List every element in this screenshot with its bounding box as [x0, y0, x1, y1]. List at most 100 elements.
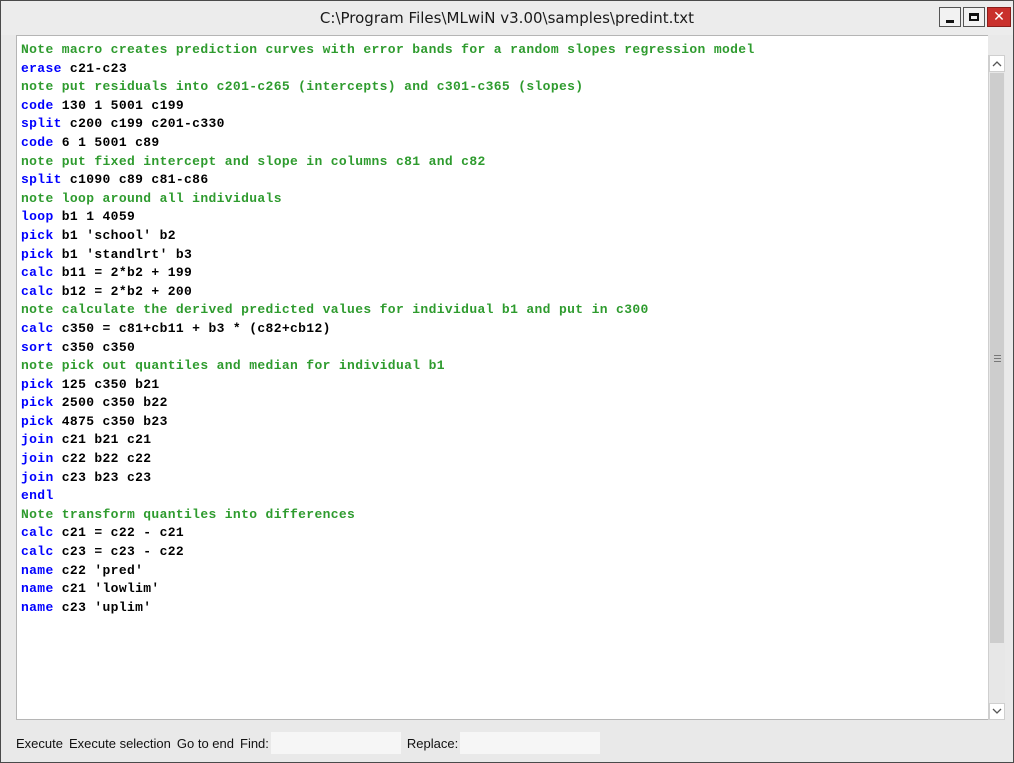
command-line: calc b11 = 2*b2 + 199 — [21, 264, 988, 283]
command-keyword: erase — [21, 60, 62, 76]
command-line: join c21 b21 c21 — [21, 431, 988, 450]
command-keyword: calc — [21, 544, 54, 560]
command-line: calc c23 = c23 - c22 — [21, 543, 988, 562]
command-keyword: join — [21, 469, 54, 485]
command-args: b12 = 2*b2 + 200 — [53, 283, 193, 299]
command-line: erase c21-c23 — [21, 60, 988, 79]
close-button[interactable]: ✕ — [987, 7, 1011, 27]
command-keyword: calc — [21, 283, 54, 299]
command-line: pick 125 c350 b21 — [21, 376, 988, 395]
comment-line: note put residuals into c201-c265 (inter… — [21, 78, 988, 97]
command-line: join c22 b22 c22 — [21, 450, 988, 469]
command-keyword: pick — [21, 246, 54, 262]
close-icon: ✕ — [993, 9, 1005, 25]
find-input[interactable] — [270, 732, 401, 754]
command-line: pick b1 'standlrt' b3 — [21, 246, 988, 265]
comment-text: note put residuals into c201-c265 (inter… — [21, 79, 584, 95]
command-args: c23 b23 c23 — [53, 469, 152, 485]
command-args: c22 'pred' — [53, 562, 144, 578]
find-label: Find: — [240, 735, 269, 751]
command-keyword: name — [21, 562, 54, 578]
command-keyword: split — [21, 116, 62, 132]
editor-window: C:\Program Files\MLwiN v3.00\samples\pre… — [0, 0, 1014, 763]
vertical-scrollbar[interactable] — [988, 55, 1005, 720]
execute-button[interactable]: Execute — [16, 736, 67, 751]
comment-text: note loop around all individuals — [21, 190, 282, 206]
minimize-icon — [946, 19, 954, 23]
window-title: C:\Program Files\MLwiN v3.00\samples\pre… — [319, 9, 695, 27]
replace-input[interactable] — [460, 732, 601, 754]
command-keyword: join — [21, 432, 54, 448]
command-line: join c23 b23 c23 — [21, 469, 988, 488]
command-line: calc b12 = 2*b2 + 200 — [21, 283, 988, 302]
chevron-up-icon — [992, 61, 1002, 67]
command-args: b1 'standlrt' b3 — [53, 246, 193, 262]
command-args: 130 1 5001 c199 — [53, 97, 185, 113]
command-args: c350 c350 — [53, 339, 136, 355]
title-bar[interactable]: C:\Program Files\MLwiN v3.00\samples\pre… — [1, 1, 1013, 35]
comment-line: note loop around all individuals — [21, 190, 988, 209]
comment-line: note calculate the derived predicted val… — [21, 301, 988, 320]
comment-line: Note transform quantiles into difference… — [21, 506, 988, 525]
chevron-down-icon — [992, 708, 1002, 714]
command-line: loop b1 1 4059 — [21, 208, 988, 227]
grip-icon — [993, 354, 1001, 362]
command-args: 125 c350 b21 — [53, 376, 160, 392]
command-args: c21 b21 c21 — [53, 432, 152, 448]
comment-line: Note macro creates prediction curves wit… — [21, 41, 988, 60]
command-line: name c23 'uplim' — [21, 599, 988, 618]
go-to-end-button[interactable]: Go to end — [177, 736, 238, 751]
command-args: c21 = c22 - c21 — [53, 525, 185, 541]
command-keyword: pick — [21, 413, 54, 429]
maximize-icon — [969, 13, 979, 21]
scroll-down-button[interactable] — [989, 703, 1005, 720]
comment-text: Note macro creates prediction curves wit… — [21, 42, 755, 57]
command-line: name c21 'lowlim' — [21, 580, 988, 599]
command-line: sort c350 c350 — [21, 339, 988, 358]
command-args: b1 'school' b2 — [53, 227, 176, 243]
command-line: name c22 'pred' — [21, 562, 988, 581]
command-line: endl — [21, 487, 988, 506]
comment-text: note pick out quantiles and median for i… — [21, 358, 445, 374]
comment-text: note put fixed intercept and slope in co… — [21, 153, 486, 169]
comment-text: note calculate the derived predicted val… — [21, 302, 649, 318]
command-args: c21 'lowlim' — [53, 581, 160, 597]
command-args: b11 = 2*b2 + 199 — [53, 265, 193, 281]
minimize-button[interactable] — [939, 7, 961, 27]
command-line: split c1090 c89 c81-c86 — [21, 171, 988, 190]
scroll-up-button[interactable] — [989, 55, 1005, 72]
maximize-button[interactable] — [963, 7, 985, 27]
command-args: b1 1 4059 — [53, 209, 136, 225]
command-keyword: calc — [21, 320, 54, 336]
command-line: pick b1 'school' b2 — [21, 227, 988, 246]
command-line: pick 2500 c350 b22 — [21, 394, 988, 413]
command-line: code 6 1 5001 c89 — [21, 134, 988, 153]
macro-editor[interactable]: Note macro creates prediction curves wit… — [16, 35, 988, 720]
comment-line: note put fixed intercept and slope in co… — [21, 153, 988, 172]
command-keyword: code — [21, 134, 54, 150]
command-line: calc c350 = c81+cb11 + b3 * (c82+cb12) — [21, 320, 988, 339]
command-keyword: pick — [21, 395, 54, 411]
command-keyword: name — [21, 599, 54, 615]
command-line: code 130 1 5001 c199 — [21, 97, 988, 116]
comment-text: Note transform quantiles into difference… — [21, 506, 356, 522]
command-args: c23 = c23 - c22 — [53, 544, 185, 560]
command-keyword: pick — [21, 227, 54, 243]
scroll-thumb[interactable] — [990, 73, 1004, 643]
command-keyword: pick — [21, 376, 54, 392]
command-args: c22 b22 c22 — [53, 451, 152, 467]
command-keyword: endl — [21, 488, 54, 504]
command-args: 4875 c350 b23 — [53, 413, 168, 429]
command-keyword: calc — [21, 265, 54, 281]
command-line: pick 4875 c350 b23 — [21, 413, 988, 432]
replace-label: Replace: — [406, 735, 459, 751]
code-lines: Note macro creates prediction curves wit… — [17, 36, 988, 617]
comment-line: note pick out quantiles and median for i… — [21, 357, 988, 376]
bottom-toolbar: Execute Execute selection Go to end Find… — [16, 729, 1001, 757]
command-args: c21-c23 — [61, 60, 127, 76]
command-keyword: sort — [21, 339, 54, 355]
execute-selection-button[interactable]: Execute selection — [69, 736, 175, 751]
window-controls: ✕ — [939, 7, 1011, 27]
command-keyword: join — [21, 451, 54, 467]
command-args: c23 'uplim' — [53, 599, 152, 615]
